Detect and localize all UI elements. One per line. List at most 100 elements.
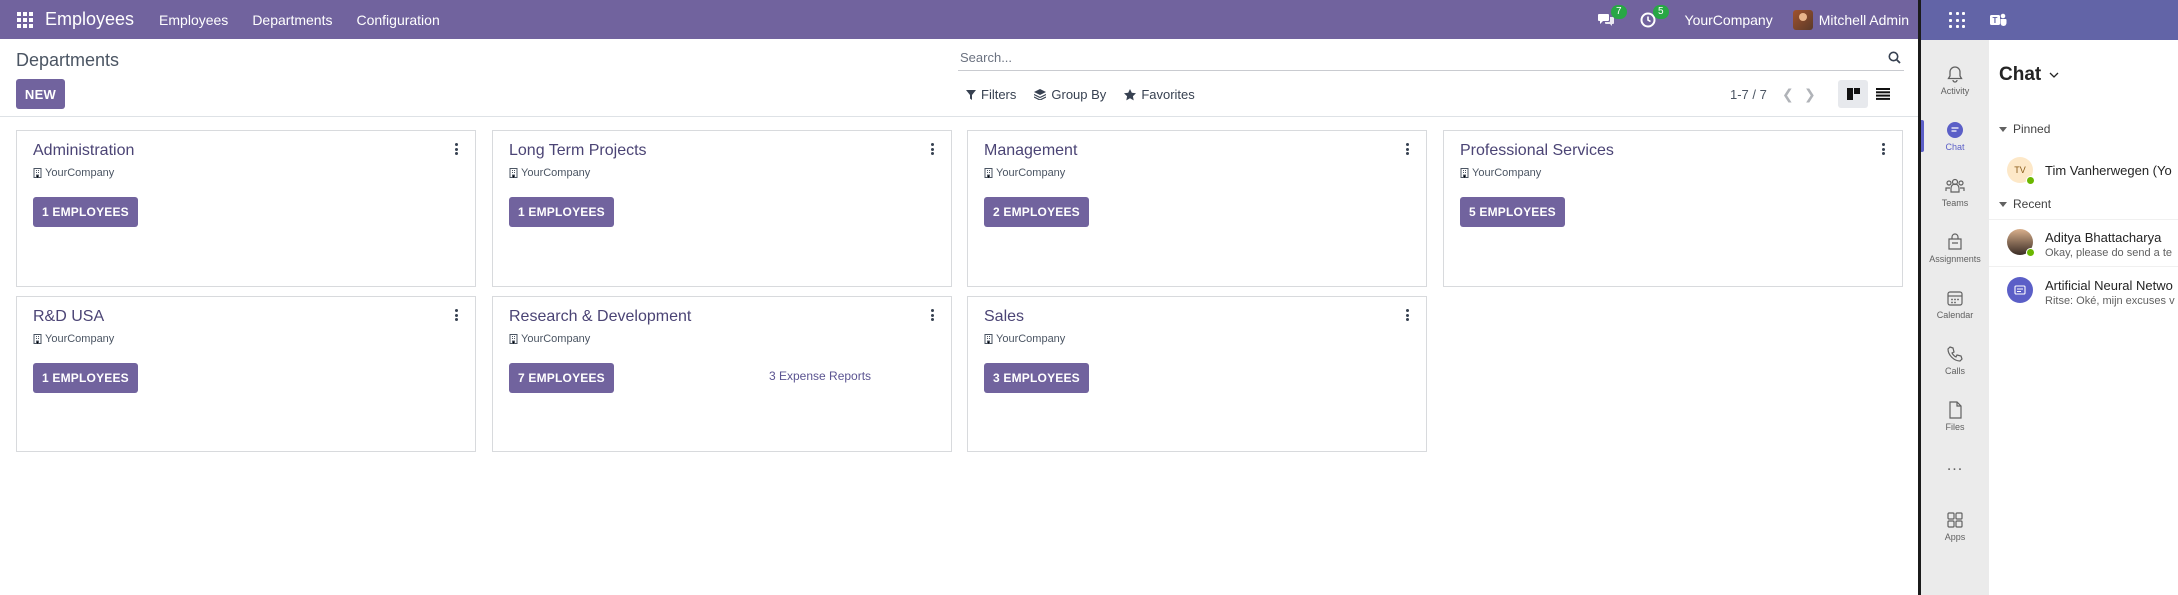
bell-icon bbox=[1947, 65, 1963, 83]
company-name: YourCompany bbox=[996, 333, 1066, 345]
presence-available-icon bbox=[2026, 248, 2035, 257]
rail-files[interactable]: Files bbox=[1921, 390, 1989, 442]
pinned-label: Pinned bbox=[2013, 122, 2051, 136]
favorites-dropdown[interactable]: Favorites bbox=[1124, 87, 1195, 102]
search-button[interactable] bbox=[1884, 48, 1904, 68]
department-name[interactable]: Management bbox=[984, 142, 1077, 160]
card-options-icon[interactable] bbox=[926, 141, 938, 157]
pager-value[interactable]: 1-7 / 7 bbox=[1730, 87, 1767, 102]
department-company: YourCompany bbox=[509, 167, 590, 179]
user-avatar[interactable] bbox=[1792, 9, 1813, 30]
chat-preview: Ritse: Oké, mijn excuses v bbox=[2045, 295, 2175, 307]
card-options-icon[interactable] bbox=[450, 141, 462, 157]
building-icon bbox=[509, 334, 518, 344]
assignments-icon bbox=[1948, 232, 1962, 250]
company-switcher[interactable]: YourCompany bbox=[1685, 12, 1773, 28]
activities-badge: 5 bbox=[1652, 4, 1669, 19]
menu-departments[interactable]: Departments bbox=[252, 12, 332, 28]
building-icon bbox=[1460, 168, 1469, 178]
activities-button[interactable]: 5 bbox=[1637, 4, 1669, 31]
navbar-systray: 7 5 YourCompany Mitchell Admin bbox=[1595, 0, 1909, 39]
department-company: YourCompany bbox=[509, 333, 590, 345]
rail-chat[interactable]: Chat bbox=[1921, 110, 1989, 162]
employees-button[interactable]: 1 EMPLOYEES bbox=[509, 197, 614, 227]
star-icon bbox=[1124, 88, 1137, 100]
department-card[interactable]: Professional Services YourCompany 5 EMPLOY… bbox=[1443, 130, 1903, 287]
employees-button[interactable]: 5 EMPLOYEES bbox=[1460, 197, 1565, 227]
new-button[interactable]: NEW bbox=[16, 79, 65, 109]
apps-menu-icon[interactable] bbox=[17, 11, 33, 28]
card-options-icon[interactable] bbox=[1401, 141, 1413, 157]
pager-previous-icon[interactable]: ❮ bbox=[1781, 86, 1795, 102]
teams-logo-icon[interactable]: T bbox=[1989, 11, 2007, 29]
chat-title: Chat bbox=[1999, 64, 2042, 85]
chat-item-pinned[interactable]: TV Tim Vanherwegen (Yo bbox=[1989, 148, 2178, 194]
rail-calls[interactable]: Calls bbox=[1921, 334, 1989, 386]
rail-label-activity: Activity bbox=[1940, 85, 1970, 96]
teams-app-rail: Activity Chat Teams Assignments Calendar… bbox=[1921, 40, 1989, 595]
kanban-view-button[interactable] bbox=[1838, 80, 1868, 108]
chat-name: Aditya Bhattacharya bbox=[2045, 230, 2162, 245]
department-company: YourCompany bbox=[1460, 167, 1541, 179]
pager-next-icon[interactable]: ❯ bbox=[1803, 86, 1817, 102]
rail-label-apps: Apps bbox=[1944, 531, 1966, 542]
svg-text:T: T bbox=[1993, 16, 1998, 25]
company-name: YourCompany bbox=[45, 167, 115, 179]
recent-section-toggle[interactable]: Recent bbox=[1999, 197, 2051, 211]
expense-reports-link[interactable]: 3 Expense Reports bbox=[769, 369, 871, 383]
department-name[interactable]: Professional Services bbox=[1460, 142, 1614, 160]
app-launcher-icon[interactable] bbox=[1949, 12, 1965, 28]
groupby-dropdown[interactable]: Group By bbox=[1034, 87, 1106, 102]
view-switcher bbox=[1838, 80, 1898, 108]
filters-dropdown[interactable]: Filters bbox=[966, 87, 1016, 102]
pinned-section-toggle[interactable]: Pinned bbox=[1999, 122, 2050, 136]
employees-button[interactable]: 1 EMPLOYEES bbox=[33, 197, 138, 227]
recent-label: Recent bbox=[2013, 197, 2052, 211]
department-card[interactable]: Long Term Projects YourCompany 1 EMPLOYEES bbox=[492, 130, 952, 287]
app-name[interactable]: Employees bbox=[45, 9, 134, 30]
rail-apps[interactable]: Apps bbox=[1921, 500, 1989, 552]
department-name[interactable]: Long Term Projects bbox=[509, 142, 647, 160]
top-navbar: Employees Employees Departments Configur… bbox=[0, 0, 1918, 39]
employees-button[interactable]: 7 EMPLOYEES bbox=[509, 363, 614, 393]
card-options-icon[interactable] bbox=[450, 307, 462, 323]
rail-more[interactable]: ... bbox=[1921, 440, 1989, 492]
department-name[interactable]: Research & Development bbox=[509, 308, 691, 326]
department-card[interactable]: Research & Development YourCompany 7 EMPLO… bbox=[492, 296, 952, 452]
control-panel: Departments NEW Filters Group By bbox=[0, 39, 1918, 117]
card-options-icon[interactable] bbox=[1401, 307, 1413, 323]
chat-list-pane: Chat Pinned TV Tim Vanherwegen (Yo Recen… bbox=[1989, 40, 2178, 595]
rail-activity[interactable]: Activity bbox=[1921, 54, 1989, 106]
teams-icon bbox=[1945, 178, 1965, 193]
employees-button[interactable]: 1 EMPLOYEES bbox=[33, 363, 138, 393]
rail-label-files: Files bbox=[1945, 421, 1965, 432]
user-menu[interactable]: Mitchell Admin bbox=[1819, 12, 1909, 28]
department-card[interactable]: Management YourCompany 2 EMPLOYEES bbox=[967, 130, 1427, 287]
department-name[interactable]: Sales bbox=[984, 308, 1024, 326]
employees-button[interactable]: 2 EMPLOYEES bbox=[984, 197, 1089, 227]
card-options-icon[interactable] bbox=[926, 307, 938, 323]
department-name[interactable]: R&D USA bbox=[33, 308, 104, 326]
card-options-icon[interactable] bbox=[1877, 141, 1889, 157]
chat-filter-dropdown[interactable]: Chat bbox=[1999, 64, 2059, 86]
avatar-initials: TV bbox=[2014, 165, 2026, 175]
menu-configuration[interactable]: Configuration bbox=[356, 12, 439, 28]
chat-item-recent[interactable]: Aditya Bhattacharya Okay, please do send… bbox=[1989, 220, 2178, 266]
rail-label-calendar: Calendar bbox=[1936, 309, 1974, 320]
department-card[interactable]: Administration YourCompany 1 EMPLOYEES bbox=[16, 130, 476, 287]
chat-item-recent[interactable]: Artificial Neural Netwo Ritse: Oké, mijn… bbox=[1989, 268, 2178, 314]
rail-assignments[interactable]: Assignments bbox=[1921, 222, 1989, 274]
list-view-button[interactable] bbox=[1868, 80, 1898, 108]
group-chat-icon bbox=[2007, 277, 2033, 303]
department-name[interactable]: Administration bbox=[33, 142, 134, 160]
chat-icon bbox=[1947, 121, 1963, 138]
messages-button[interactable]: 7 bbox=[1595, 4, 1627, 31]
employees-button[interactable]: 3 EMPLOYEES bbox=[984, 363, 1089, 393]
rail-calendar[interactable]: Calendar bbox=[1921, 278, 1989, 330]
department-card[interactable]: Sales YourCompany 3 EMPLOYEES bbox=[967, 296, 1427, 452]
menu-employees[interactable]: Employees bbox=[159, 12, 228, 28]
search-input[interactable] bbox=[958, 50, 1884, 65]
chat-name: Artificial Neural Netwo bbox=[2045, 278, 2173, 293]
rail-teams[interactable]: Teams bbox=[1921, 166, 1989, 218]
department-card[interactable]: R&D USA YourCompany 1 EMPLOYEES bbox=[16, 296, 476, 452]
